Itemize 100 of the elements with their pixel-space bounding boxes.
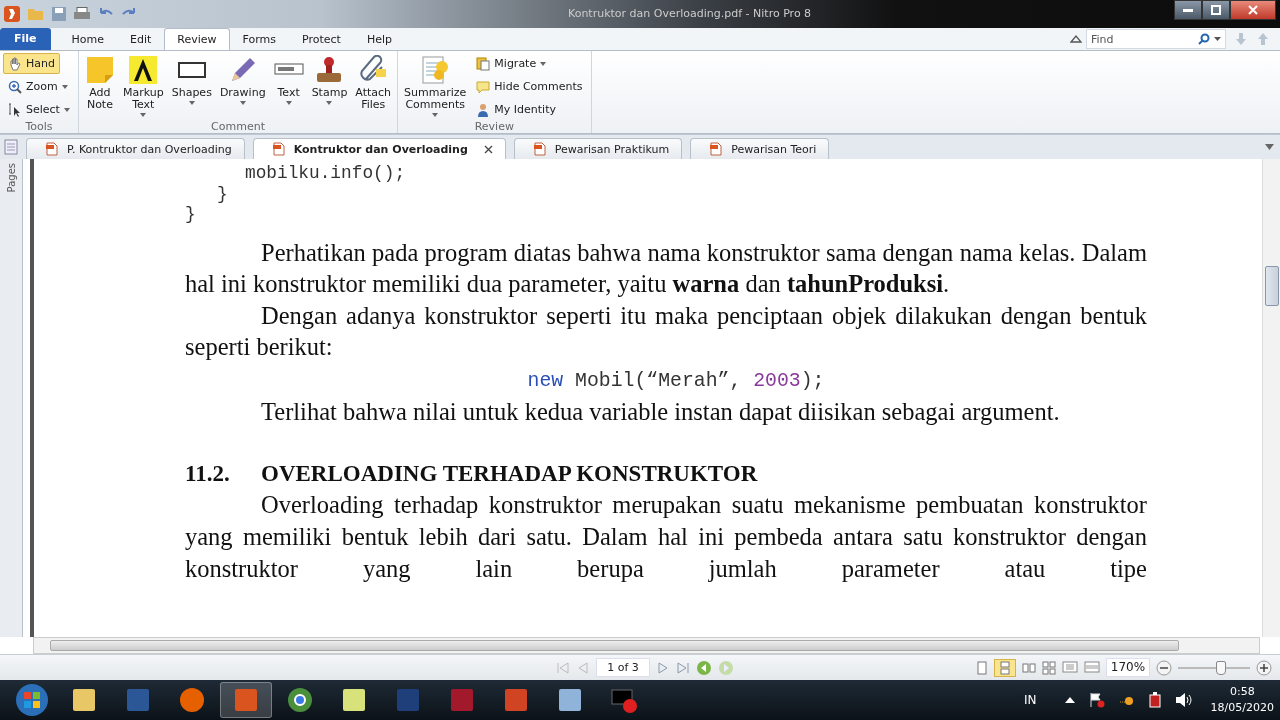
pages-panel-tab[interactable]: Pages [0,159,23,637]
ribbon-button[interactable]: Attach Files [352,53,395,113]
caret-icon[interactable] [140,113,147,117]
file-menu-tab[interactable]: File [0,28,51,50]
code-line: mobilku.info(); [245,163,406,184]
ribbon-button[interactable]: Migrate [471,53,588,74]
pdf-file-icon [271,142,286,156]
ribbon-button[interactable]: Stamp [308,53,351,107]
collapse-ribbon-icon[interactable] [1070,34,1082,44]
ribbon-tab[interactable]: Home [58,28,117,50]
zoom-in-icon[interactable] [1256,659,1272,676]
app-icon[interactable] [340,686,368,714]
paragraph: Dengan adanya konstruktor seperti itu maka penciptaan objek dilakukan dengan bentuk seperti berikut: [185,300,1147,363]
window-title: Kontruktor dan Overloading.pdf - Nitro Pro 8 [568,7,812,20]
zoom-slider-thumb[interactable] [1216,660,1227,675]
ribbon-button[interactable]: Markup Text [119,53,167,119]
close-button[interactable] [1230,0,1276,20]
app-icon[interactable] [70,686,98,714]
caret-icon[interactable] [1214,37,1221,41]
save-icon[interactable] [52,7,66,21]
document-tab[interactable]: Pewarisan Teori [690,138,830,159]
pdf-file-icon [45,142,59,156]
minimize-icon[interactable] [1183,8,1193,12]
battery-icon[interactable] [1148,692,1161,708]
zoom-icon[interactable] [8,79,22,94]
ribbon-button[interactable]: Drawing [216,53,269,107]
ribbon-tab[interactable]: Edit [117,28,165,50]
tab-list-icon[interactable] [1265,144,1274,150]
caret-icon[interactable] [61,84,68,89]
search-icon[interactable] [1198,33,1210,45]
code-line: } [217,183,228,204]
group-label: Review [473,120,515,133]
ribbon-button[interactable]: Summarize Comments [401,53,470,119]
ribbon-button[interactable]: My Identity [471,99,588,120]
group-label: Comment [210,120,266,133]
flag-icon[interactable] [1088,692,1105,708]
next-page-icon[interactable] [656,660,670,675]
code-line: new Mobil(“Merah”, 2003); [527,368,825,393]
caret-icon[interactable] [326,101,333,105]
highlight-icon[interactable] [128,55,159,85]
select-cursor-icon[interactable] [8,102,22,117]
show-hidden-icons-icon[interactable] [1064,697,1075,703]
app-logo-icon[interactable] [4,6,20,22]
tool-button[interactable]: Hand [3,53,60,74]
page-number-field[interactable]: 1 of 3 [596,658,650,677]
grid-pages-icon[interactable] [1042,660,1056,675]
document-tab[interactable]: P. Kontruktor dan Overloading [26,138,245,159]
ribbon-tab[interactable]: Protect [289,28,354,50]
facing-pages-icon[interactable] [1022,660,1036,675]
horizontal-scrollbar[interactable] [33,637,1260,654]
back-icon[interactable] [696,659,712,676]
tool-button[interactable]: Select [3,99,75,120]
caret-icon[interactable] [188,101,195,105]
section-heading: OVERLOADING TERHADAP KONSTRUKTOR [261,461,758,487]
continuous-pages-icon[interactable] [999,660,1011,675]
ribbon-tab[interactable]: Help [353,28,405,50]
clock-date[interactable]: 18/05/2020 [1210,700,1274,716]
ribbon-button[interactable]: Text [270,53,307,107]
caret-icon[interactable] [432,113,439,117]
paragraph: Terlihat bahwa nilai untuk kedua variable instan dapat diisikan sebagai argument. [260,396,1061,427]
pdf-file-icon [709,142,724,156]
print-icon[interactable] [73,7,91,21]
zoom-out-icon[interactable] [1156,659,1172,676]
hand-icon[interactable] [8,56,22,71]
volume-icon[interactable] [1174,692,1193,708]
paragraph: Overloading terhadap konstruktor merupakan suatu mekanisme pembuatan konstruktor yang memiliki bentuk lebih dari satu. Dalam hal ini pembeda antara satu konstruktor dengan konstruktor yang lain berupa jumlah parameter atau tipe [185,490,1147,584]
maximize-button[interactable] [1202,0,1230,20]
app-icon[interactable] [556,686,584,714]
caret-icon[interactable] [285,101,292,105]
vertical-scrollbar[interactable] [1262,159,1280,637]
caret-icon[interactable] [63,107,70,112]
documents-icon[interactable] [476,56,491,71]
language-indicator[interactable]: IN [1024,693,1037,707]
group-label: Tools [24,120,54,133]
app-icon[interactable] [286,686,314,714]
section-number: 11.2. [185,460,231,489]
sticky-note-icon[interactable] [84,55,115,85]
minimize-button[interactable] [1174,0,1202,20]
maximize-icon[interactable] [1211,5,1221,15]
start-button[interactable] [14,682,50,718]
single-page-icon[interactable] [976,660,988,675]
paragraph: Perhatikan pada program diatas bahwa nama konstruktor sama dengan nama kelas. Dalam hal ini konstruktor memiliki dua parameter, yaitu warna dan tahunProduksi. [185,237,1147,300]
ribbon-button[interactable]: Add Note [81,53,118,113]
clock-time[interactable]: 0:58 [1229,684,1255,700]
last-page-icon[interactable] [676,660,690,675]
caret-icon[interactable] [239,101,246,105]
pdf-file-icon [532,142,547,156]
ribbon-tab[interactable]: Review [164,28,230,50]
close-icon[interactable] [483,144,493,154]
code-line: } [185,204,196,225]
document-tab[interactable]: Kontruktor dan Overloading [252,138,506,159]
ribbon-button[interactable]: Hide Comments [471,76,588,97]
find-field[interactable]: Find [1086,29,1226,49]
ribbon-button[interactable]: Shapes [168,53,215,107]
zoom-level-field[interactable]: 170% [1106,658,1150,677]
person-icon[interactable] [476,102,491,117]
document-tab[interactable]: Pewarisan Praktikum [513,138,683,159]
caret-icon[interactable] [540,61,547,66]
ribbon-tab[interactable]: Forms [229,28,289,50]
tool-button[interactable]: Zoom [3,76,73,97]
